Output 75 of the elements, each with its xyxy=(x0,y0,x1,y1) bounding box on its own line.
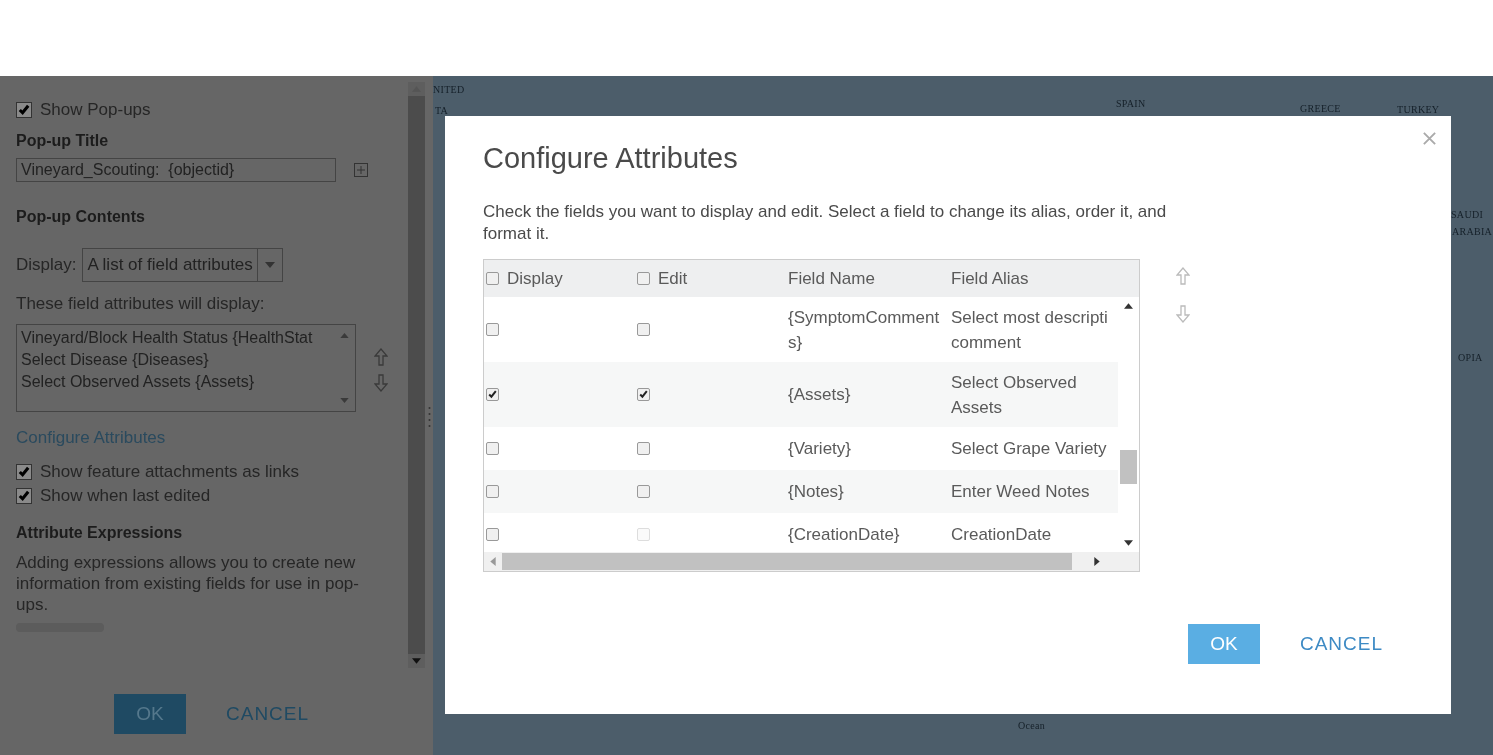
checkbox[interactable] xyxy=(637,388,650,401)
field-name: {Assets} xyxy=(788,385,851,404)
configure-attributes-link[interactable]: Configure Attributes xyxy=(16,428,396,448)
checkbox[interactable] xyxy=(637,323,650,336)
cancel-button[interactable]: CANCEL xyxy=(220,694,316,734)
scrollbar-thumb[interactable] xyxy=(502,553,1072,570)
map-label: GREECE xyxy=(1300,103,1341,114)
map-label: NITED xyxy=(433,84,465,95)
field-name: {SymptomComment s} xyxy=(788,307,940,352)
checkbox[interactable] xyxy=(486,272,499,285)
checkbox[interactable] xyxy=(486,442,499,455)
scrollbar[interactable] xyxy=(484,552,1139,571)
scroll-up-icon[interactable] xyxy=(1124,303,1133,309)
column-header: Display xyxy=(507,268,563,289)
section-heading: Pop-up Title xyxy=(16,132,110,150)
attribute-list[interactable]: Vineyard/Block Health Status {HealthStat Select Disease {Diseases} Select Observed Assets {Assets} xyxy=(16,324,356,412)
scrollbar-thumb[interactable] xyxy=(1120,450,1137,484)
checkbox[interactable] xyxy=(16,488,32,504)
move-down-icon[interactable] xyxy=(1176,305,1190,323)
move-up-icon[interactable] xyxy=(1176,267,1190,285)
checkbox[interactable] xyxy=(16,464,32,480)
map-label: SPAIN xyxy=(1116,98,1146,109)
checkbox-label: Show feature attachments as links xyxy=(40,462,299,482)
display-label: Display: xyxy=(16,255,77,275)
map-label: TURKEY xyxy=(1397,104,1440,115)
attributes-label: These field attributes will display: xyxy=(16,294,266,314)
map-label: Ocean xyxy=(1018,720,1046,731)
description-text: Adding expressions allows you to create new information from existing fields for use in pop-ups. xyxy=(16,552,360,615)
move-down-icon[interactable] xyxy=(374,374,388,392)
resize-handle-icon[interactable] xyxy=(428,406,431,430)
cancel-button[interactable]: CANCEL xyxy=(1293,632,1389,656)
table-row[interactable]: {Notes} Enter Weed Notes xyxy=(484,470,1118,513)
close-icon[interactable] xyxy=(1422,131,1437,146)
dialog-title: Configure Attributes xyxy=(483,142,739,175)
field-alias: Enter Weed Notes xyxy=(951,482,1090,501)
scroll-down-icon[interactable] xyxy=(1124,540,1133,546)
checkbox[interactable] xyxy=(637,442,650,455)
field-alias: Select Observed Assets xyxy=(951,372,1077,417)
map-label: ARABIA xyxy=(1452,226,1493,237)
display-dropdown[interactable]: A list of field attributes xyxy=(82,248,283,282)
attribute-item[interactable]: Vineyard/Block Health Status {HealthStat xyxy=(21,327,351,349)
section-heading: Pop-up Contents xyxy=(16,208,146,226)
field-alias: CreationDate xyxy=(951,525,1052,544)
checkbox-label: Show Pop-ups xyxy=(40,100,151,120)
attribute-item[interactable]: Select Observed Assets {Assets} xyxy=(21,371,351,393)
checkbox[interactable] xyxy=(637,485,650,498)
checkbox-label: Show when last edited xyxy=(40,486,211,506)
instruction-text: Check the fields you want to display and edit. Select a field to change its alias, order it, and format it. xyxy=(483,201,1168,245)
scroll-right-icon[interactable] xyxy=(1094,557,1100,566)
checkbox[interactable] xyxy=(637,272,650,285)
field-name: {CreationDate} xyxy=(788,525,900,544)
checkbox[interactable] xyxy=(486,323,499,336)
field-alias: Select most descripti comment xyxy=(951,307,1108,352)
scroll-left-icon[interactable] xyxy=(490,557,496,566)
field-name: {Notes} xyxy=(788,482,844,501)
field-alias: Select Grape Variety xyxy=(951,439,1107,458)
map-label: OPIA xyxy=(1458,352,1483,363)
caret-icon xyxy=(264,262,275,268)
move-up-icon[interactable] xyxy=(374,348,388,366)
checkbox[interactable] xyxy=(486,528,499,541)
attribute-item[interactable]: Select Disease {Diseases} xyxy=(21,349,351,371)
column-header: Field Alias xyxy=(951,268,1029,288)
field-name: {Variety} xyxy=(788,439,851,458)
checkbox[interactable] xyxy=(486,485,499,498)
checkbox[interactable] xyxy=(16,102,32,118)
title-field[interactable]: Vineyard_Scouting: {objectid} xyxy=(16,158,336,182)
table-row[interactable]: {Assets} Select Observed Assets xyxy=(484,362,1118,427)
column-header: Edit xyxy=(658,268,688,289)
map-label: TA xyxy=(435,105,449,116)
section-heading: Attribute Expressions xyxy=(16,524,184,542)
add-icon[interactable] xyxy=(354,163,368,177)
ok-button[interactable]: OK xyxy=(1187,624,1260,664)
checkbox[interactable] xyxy=(486,388,499,401)
map-label: SAUDI xyxy=(1451,209,1484,220)
column-header: Field Name xyxy=(788,268,875,288)
